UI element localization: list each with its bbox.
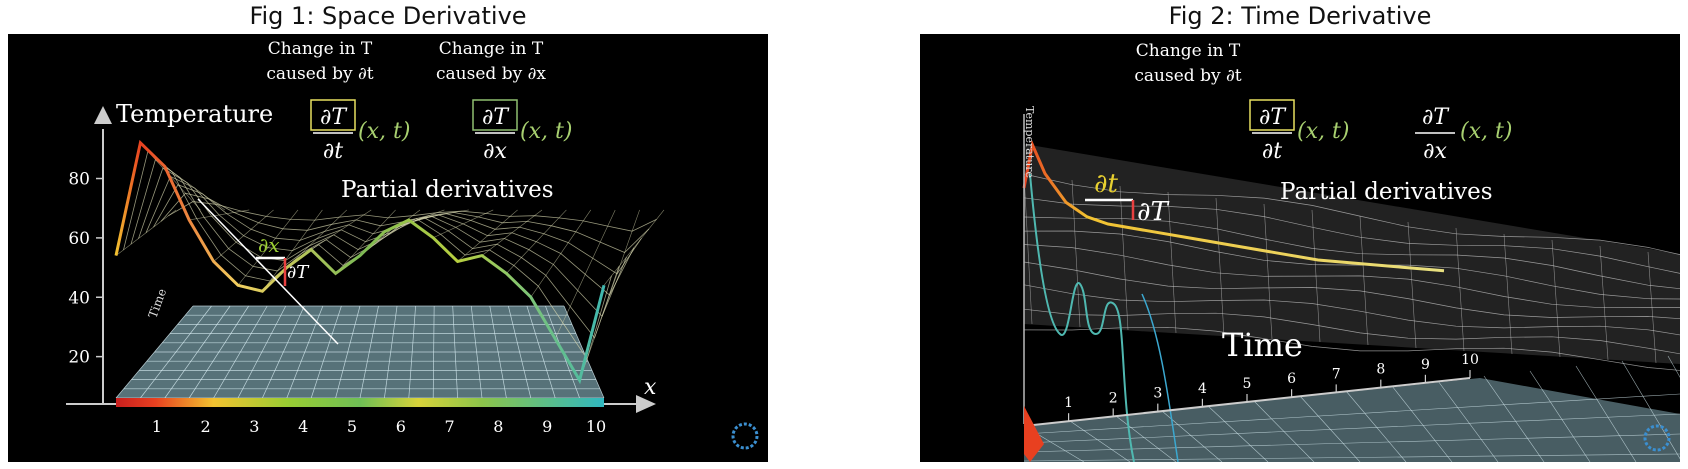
formula-left-denominator: ∂t bbox=[1262, 139, 1282, 164]
time-tick-label: 8 bbox=[1376, 362, 1385, 378]
x-tick-label: 10 bbox=[586, 417, 606, 436]
temperature-axis-label: Temperature bbox=[1023, 106, 1036, 178]
dt-label: ∂t bbox=[1094, 169, 1118, 199]
time-tick-label: 7 bbox=[1332, 366, 1341, 382]
formula-right-denominator: ∂x bbox=[1423, 139, 1447, 164]
x-axis-label: x bbox=[644, 375, 657, 400]
x-tick-label: 7 bbox=[445, 417, 455, 436]
formula-left-numerator: ∂T bbox=[1259, 105, 1287, 130]
x-tick-label: 8 bbox=[493, 417, 503, 436]
x-tick-label: 6 bbox=[396, 417, 406, 436]
caption-left-line2: caused by ∂t bbox=[266, 64, 373, 84]
y-tick-label: 60 bbox=[68, 229, 90, 249]
y-tick-label: 80 bbox=[68, 170, 90, 190]
caption-left-line1: Change in T bbox=[1136, 41, 1241, 61]
formula-right-denominator: ∂x bbox=[483, 139, 507, 164]
caption-right-line2: caused by ∂x bbox=[436, 64, 546, 84]
time-tick-label: 5 bbox=[1243, 376, 1252, 392]
time-tick-label: 1 bbox=[1064, 395, 1073, 411]
formula-right-args: (x, t) bbox=[520, 119, 572, 144]
formula-right-numerator: ∂T bbox=[482, 105, 510, 130]
time-tick-label: 6 bbox=[1287, 371, 1296, 387]
dx-label: ∂x bbox=[258, 233, 280, 257]
time-tick-label: 3 bbox=[1153, 386, 1162, 402]
partial-derivatives-heading: Partial derivatives bbox=[341, 177, 554, 203]
caption-left-line2: caused by ∂t bbox=[1134, 66, 1241, 86]
logo-icon bbox=[731, 422, 759, 450]
temperature-axis-arrow bbox=[94, 106, 112, 124]
formula-left-numerator: ∂T bbox=[320, 105, 348, 130]
x-tick-label: 4 bbox=[298, 417, 308, 436]
temperature-axis-label: Temperature bbox=[116, 100, 273, 128]
figure-2-panel: ∂t ∂T Temperature 1 2 3 4 5 6 7 8 9 10 Time Chang… bbox=[920, 34, 1680, 462]
formula-right-numerator: ∂T bbox=[1422, 105, 1450, 130]
figure-1-plot: ∂x ∂T Temperature 20 40 60 80 Time 1 2 3 4 5 6 7 8… bbox=[66, 39, 759, 450]
x-tick-label: 1 bbox=[152, 417, 162, 436]
time-tick-label: 2 bbox=[1109, 390, 1118, 406]
y-tick-label: 40 bbox=[68, 288, 90, 308]
heat-colorbar bbox=[116, 398, 604, 407]
y-ticks: 20 40 60 80 bbox=[68, 170, 103, 368]
x-ticks: 1 2 3 4 5 6 7 8 9 10 bbox=[152, 417, 606, 436]
partial-derivatives-heading: Partial derivatives bbox=[1280, 179, 1493, 205]
time-axis-label: Time bbox=[146, 287, 170, 320]
y-tick-label: 20 bbox=[68, 348, 90, 368]
caption-left-line1: Change in T bbox=[268, 39, 373, 59]
figure-1-title: Fig 1: Space Derivative bbox=[249, 2, 527, 30]
x-tick-label: 2 bbox=[201, 417, 211, 436]
time-tick-label: 4 bbox=[1198, 381, 1207, 397]
formula-left-args: (x, t) bbox=[1297, 119, 1349, 144]
dT-label: ∂T bbox=[1137, 197, 1169, 227]
x-tick-label: 9 bbox=[542, 417, 552, 436]
formula-left-denominator: ∂t bbox=[323, 139, 343, 164]
time-axis-label: Time bbox=[1222, 326, 1303, 364]
figure-2-title: Fig 2: Time Derivative bbox=[1168, 2, 1432, 30]
floor-grid bbox=[1023, 355, 1680, 462]
x-tick-label: 3 bbox=[249, 417, 259, 436]
caption-right-line1: Change in T bbox=[439, 39, 544, 59]
time-tick-label: 9 bbox=[1421, 357, 1430, 373]
formula-left-args: (x, t) bbox=[358, 119, 410, 144]
formula-right-args: (x, t) bbox=[1460, 119, 1512, 144]
dT-label: ∂T bbox=[287, 262, 310, 283]
x-tick-label: 5 bbox=[347, 417, 357, 436]
floor-grid bbox=[115, 305, 605, 399]
figure-2-plot: ∂t ∂T Temperature 1 2 3 4 5 6 7 8 9 10 Time Chang… bbox=[1022, 41, 1680, 462]
time-tick-label: 10 bbox=[1461, 352, 1479, 368]
figure-1-panel: ∂x ∂T Temperature 20 40 60 80 Time 1 2 3 4 5 6 7 8… bbox=[8, 34, 768, 462]
